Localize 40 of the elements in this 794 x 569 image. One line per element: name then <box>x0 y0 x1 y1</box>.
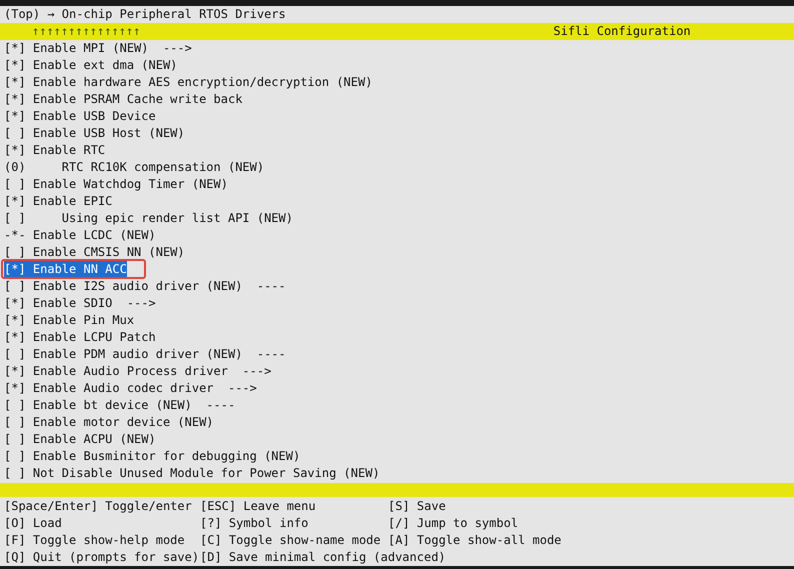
key-hint: [ESC] Leave menu <box>200 498 317 516</box>
menu-item[interactable]: [*] Enable PSRAM Cache write back <box>4 90 242 108</box>
breadcrumb: (Top) → On-chip Peripheral RTOS Drivers <box>4 6 286 23</box>
menu-item[interactable]: [ ] Enable ACPU (NEW) <box>4 430 156 448</box>
menu-item[interactable]: [*] Enable EPIC <box>4 192 112 210</box>
menu-item[interactable]: [ ] Enable CMSIS NN (NEW) <box>4 244 185 261</box>
menu-item[interactable]: [ ] Enable PDM audio driver (NEW) ---- <box>4 346 286 363</box>
key-hint: [C] Toggle show-name mode <box>200 532 382 550</box>
menu-item[interactable]: [*] Enable Audio codec driver ---> <box>4 380 257 397</box>
menu-item[interactable]: [ ] Enable USB Host (NEW) <box>4 124 185 142</box>
menu-item[interactable]: (0) RTC RC10K compensation (NEW) <box>4 158 264 176</box>
menu-item[interactable]: [*] Enable RTC <box>4 142 106 159</box>
menu-item[interactable]: [ ] Using epic render list API (NEW) <box>4 210 293 227</box>
scroll-arrows: ↑↑↑↑↑↑↑↑↑↑↑↑↑↑↑ <box>31 22 140 40</box>
key-hint: [O] Load <box>4 515 63 532</box>
key-hint: [Q] Quit (prompts for save) <box>4 549 200 566</box>
menu-item[interactable]: [*] Enable SDIO ---> <box>4 294 156 312</box>
menu-item[interactable]: [ ] Not Disable Unused Module for Power Saving (NEW) <box>4 464 380 482</box>
menu-item[interactable]: [*] Enable LCPU Patch <box>4 328 156 346</box>
menu-item[interactable]: [ ] Enable I2S audio driver (NEW) ---- <box>4 278 286 295</box>
menu-item[interactable]: [ ] Enable bt device (NEW) ---- <box>4 396 236 414</box>
menu-item[interactable]: [*] Enable USB Device <box>4 108 156 125</box>
key-hint: [D] Save minimal config (advanced) <box>200 549 447 566</box>
menu-item[interactable]: [*] Enable Audio Process driver ---> <box>4 362 272 380</box>
menu-item[interactable]: [*] Enable ext dma (NEW) <box>4 56 178 74</box>
menu-item[interactable]: [*] Enable NN ACC <box>4 260 127 278</box>
key-hint: [Space/Enter] Toggle/enter <box>4 498 193 516</box>
key-hint: [S] Save <box>388 498 447 516</box>
key-hint: [?] Symbol info <box>200 515 310 532</box>
menu-item[interactable]: [ ] Enable Watchdog Timer (NEW) <box>4 176 228 193</box>
key-hint: [A] Toggle show-all mode <box>388 532 562 550</box>
key-hint: [/] Jump to symbol <box>388 515 520 532</box>
menu-item[interactable]: [*] Enable Pin Mux <box>4 312 134 329</box>
key-hint: [F] Toggle show-help mode <box>4 532 186 550</box>
menu-item[interactable]: [*] Enable hardware AES encryption/decryption (NEW) <box>4 74 372 91</box>
menu-item[interactable]: [ ] Enable Busminitor for debugging (NEW) <box>4 448 300 465</box>
menu-item[interactable]: [*] Enable MPI (NEW) ---> <box>4 40 192 57</box>
title: Sifli Configuration <box>553 22 691 40</box>
menu-item[interactable]: [ ] Enable motor device (NEW) <box>4 414 214 431</box>
menu-item[interactable]: -*- Enable LCDC (NEW) <box>4 226 156 244</box>
